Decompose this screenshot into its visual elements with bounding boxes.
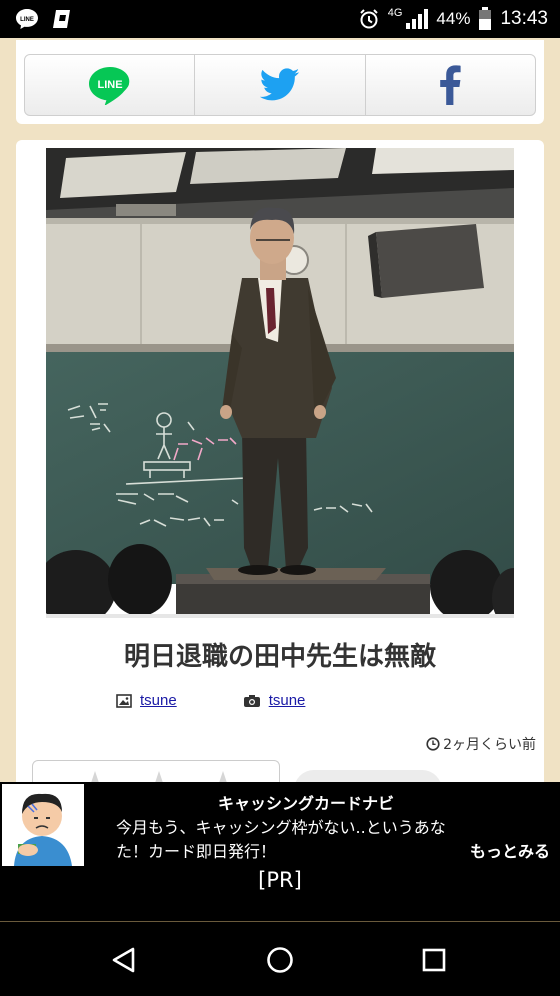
ad-title: キャッシングカードナビ [217,794,394,813]
clock: 13:43 [500,8,548,29]
ad-body: 今月もう、キャッシング枠がない..というあなた！カード即日発行！ [116,818,446,861]
recents-button[interactable] [414,940,454,980]
twitter-icon [259,68,300,101]
article-card: 明日退職の田中先生は無敵 tsune tsune 2ヶ月くらい前 [16,140,544,782]
home-icon [267,947,293,973]
photo-credit: tsune [243,692,306,709]
reaction-card[interactable] [32,760,280,782]
back-icon [112,947,135,973]
facebook-share-button[interactable] [366,55,535,115]
photo-credit-link[interactable]: tsune [269,692,306,709]
article-title: 明日退職の田中先生は無敵 [123,642,436,672]
line-notification-icon: LINE [16,9,38,29]
line-icon: LINE [88,67,129,105]
twitter-share-button[interactable] [195,55,366,115]
ad-avatar [2,784,84,866]
pr-label: [PR] [258,868,302,892]
svg-text:LINE: LINE [97,79,122,91]
signal-icon [406,9,429,29]
rating-stars [91,771,227,782]
pr-bar: [PR] [0,868,560,922]
network-type: 4G [387,7,403,19]
share-bar: LINE [24,54,536,116]
ad-banner[interactable]: キャッシングカードナビ 今月もう、キャッシング枠がない..というあなた！カード即… [0,782,560,868]
ad-more-button[interactable]: もっとみる [470,838,550,862]
camera-icon [243,694,260,707]
clock-icon [426,737,440,751]
credits: tsune tsune [116,692,305,709]
app-notification-icon [53,10,70,28]
recents-icon [422,948,446,972]
back-button[interactable] [104,940,144,980]
status-bar: LINE 4G 44% 13:43 [0,0,560,38]
worried-person-icon [2,784,84,866]
image-credit: tsune [116,692,177,709]
post-timestamp: 2ヶ月くらい前 [426,734,536,754]
image-credit-link[interactable]: tsune [140,692,177,709]
image-icon [116,693,132,708]
reaction-pill[interactable] [294,770,442,782]
system-nav-bar [0,922,560,996]
line-share-button[interactable]: LINE [25,55,196,115]
home-button[interactable] [260,940,300,980]
share-card: LINE [16,40,544,124]
photo-divider [46,614,514,618]
battery-percent: 44% [436,9,471,28]
page-content: LINE 明日退職の田中先生は無敵 tsune tsune 2ヶ月くらい前 [0,38,560,782]
classroom-photo [46,148,514,614]
battery-icon [479,7,492,30]
svg-text:LINE: LINE [20,17,34,23]
facebook-icon [440,65,461,105]
timestamp-text: 2ヶ月くらい前 [443,737,536,753]
alarm-icon [360,9,378,29]
article-photo[interactable] [46,148,514,614]
